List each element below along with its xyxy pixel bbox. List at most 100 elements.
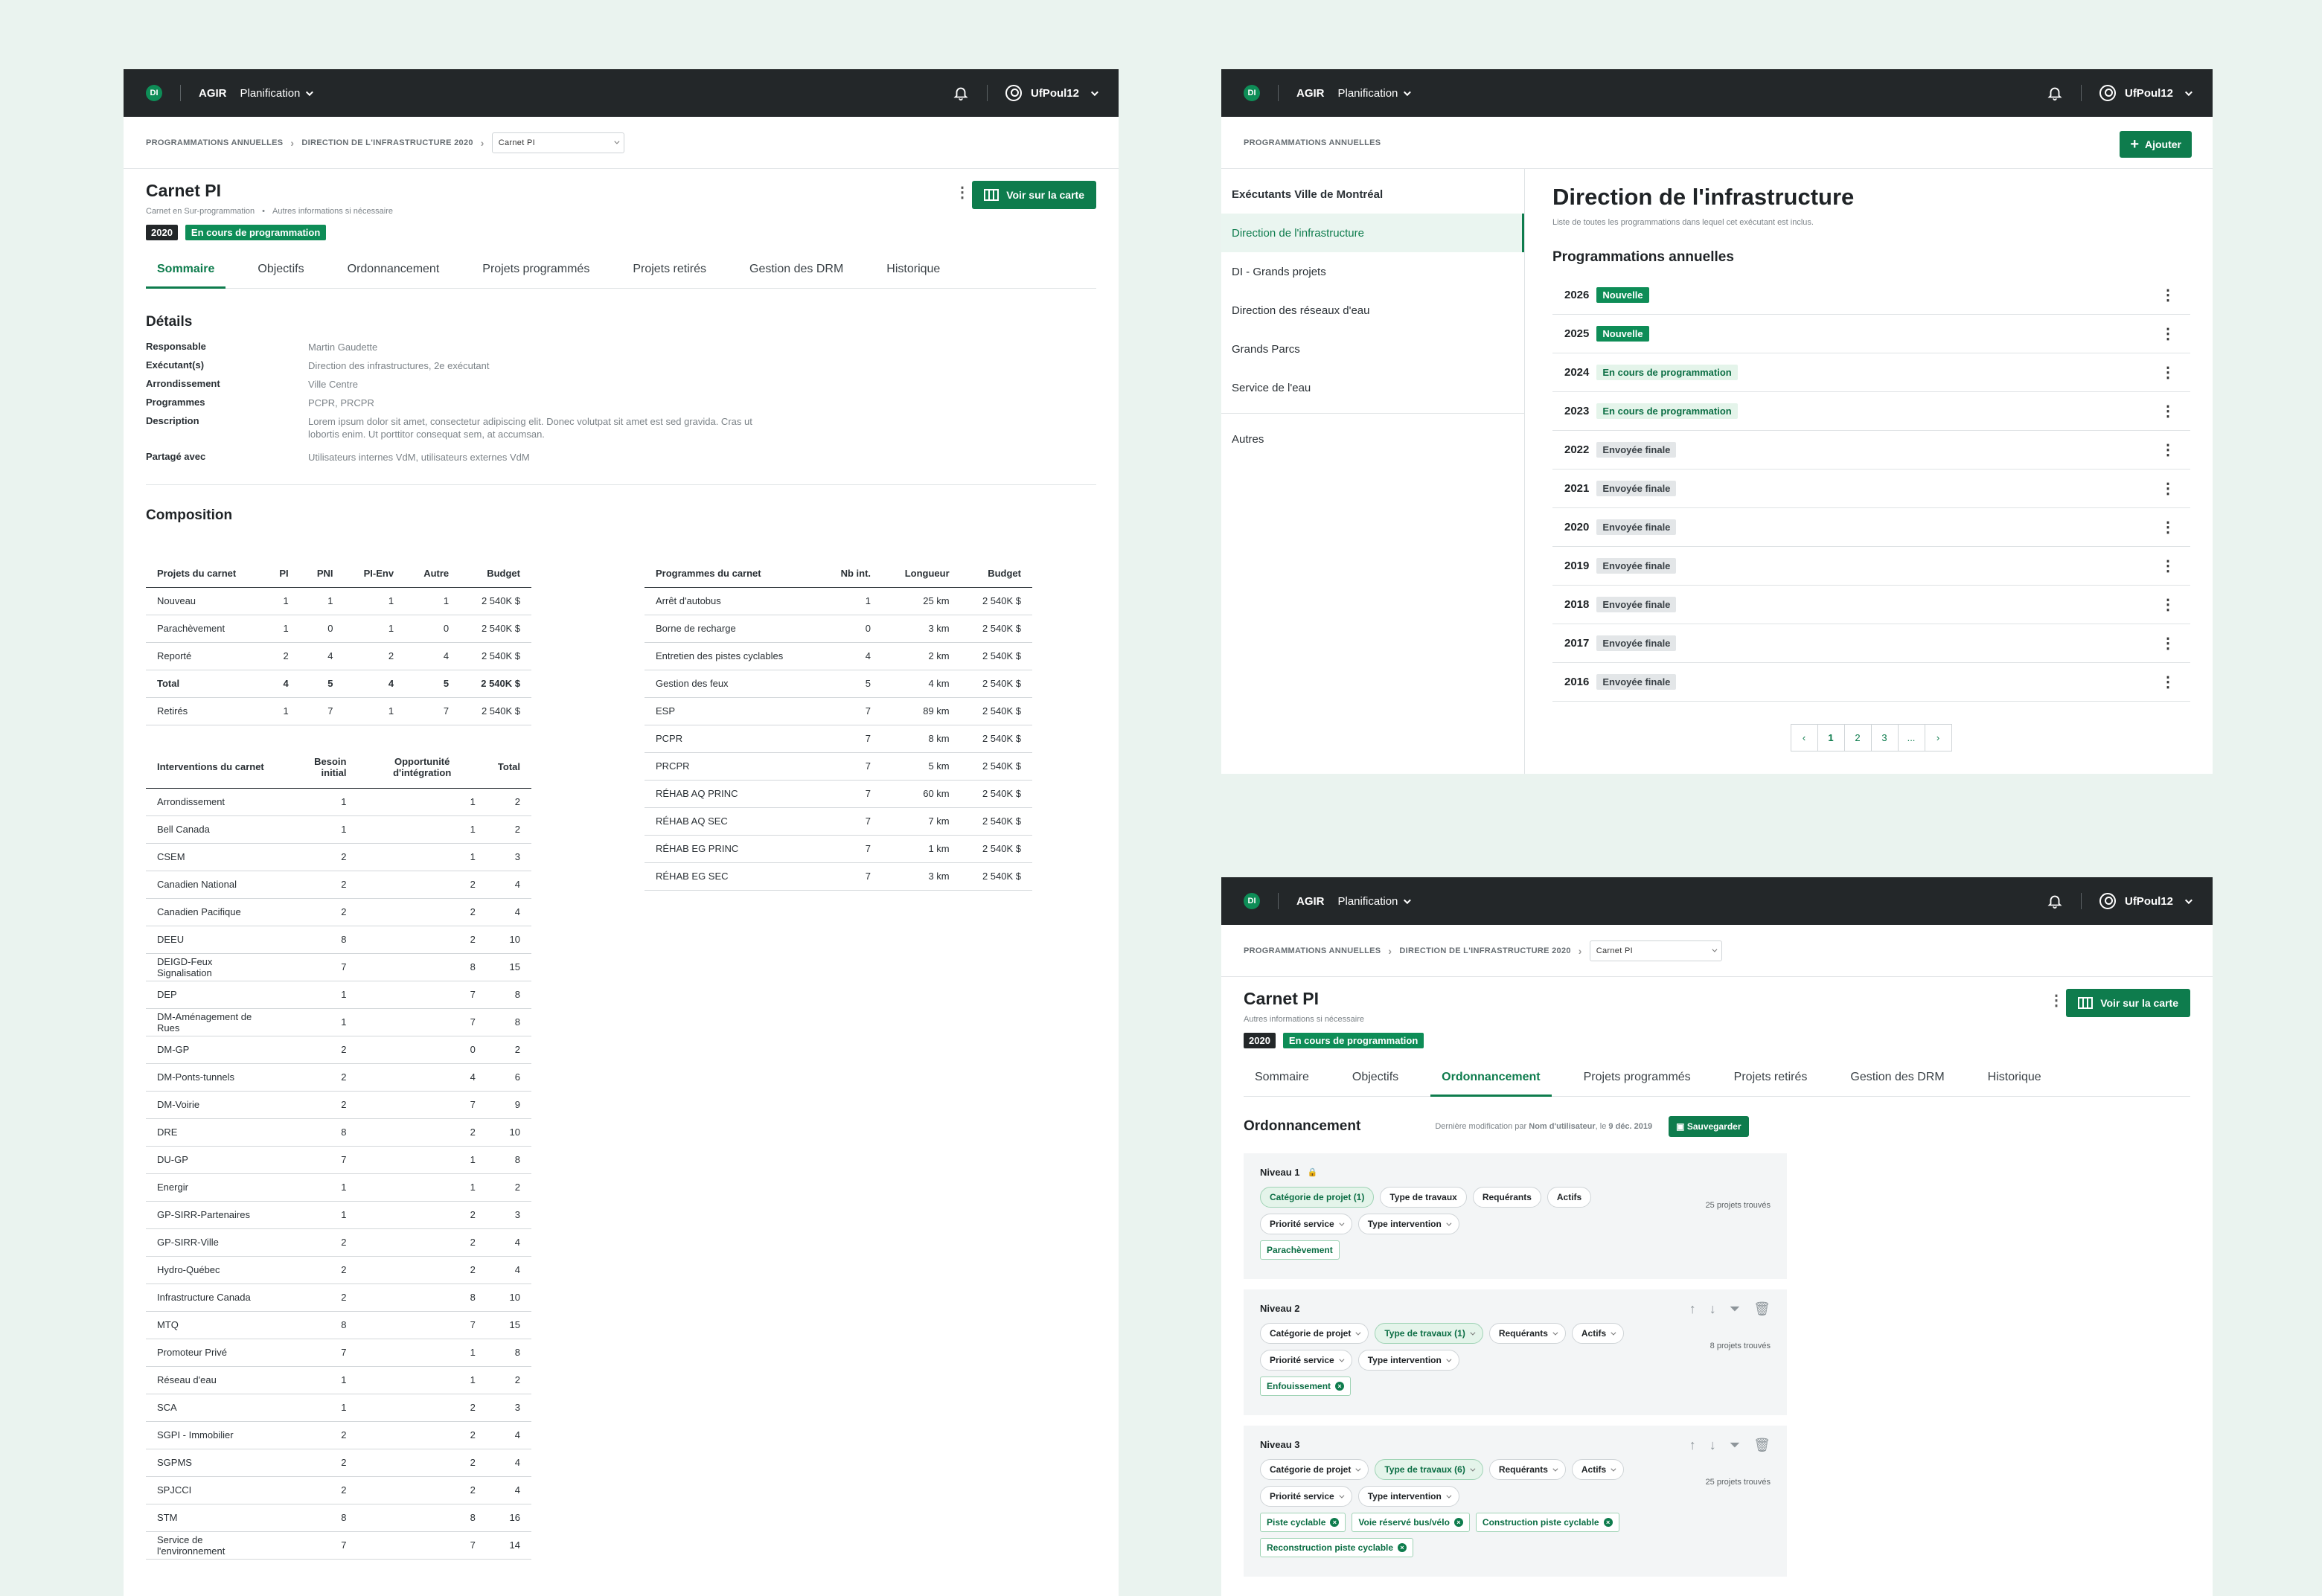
carnet-select[interactable]: Carnet PI <box>1589 940 1722 961</box>
filter-chip-priorite-service[interactable]: Priorité service <box>1260 1486 1352 1507</box>
filter-chip-actifs[interactable]: Actifs <box>1547 1187 1592 1208</box>
selected-tag[interactable]: Voie réservé bus/vélo × <box>1352 1513 1470 1532</box>
sidebar-item-service-de-l-eau[interactable]: Service de l'eau <box>1221 368 1524 407</box>
add-button[interactable]: + Ajouter <box>2120 131 2192 158</box>
more-options-icon[interactable]: ⋮ <box>2161 634 2175 653</box>
programmation-row[interactable]: 2024 En cours de programmation ⋮ <box>1552 353 2190 392</box>
more-options-icon[interactable]: ⋮ <box>2161 440 2175 459</box>
page-button[interactable]: 3 <box>1870 724 1899 751</box>
page-button[interactable]: 2 <box>1843 724 1872 751</box>
sidebar-item-di-grands-projets[interactable]: DI - Grands projets <box>1221 252 1524 291</box>
filter-chip-categorie-de-projet[interactable]: Catégorie de projet <box>1260 1459 1369 1480</box>
programmation-row[interactable]: 2020 Envoyée finale ⋮ <box>1552 508 2190 547</box>
tab-projets-programmes[interactable]: Projets programmés <box>1573 1062 1702 1096</box>
sidebar-item-autres[interactable]: Autres <box>1221 420 1524 458</box>
remove-tag-icon[interactable]: × <box>1335 1382 1345 1391</box>
bell-icon[interactable] <box>2047 85 2063 101</box>
tab-historique[interactable]: Historique <box>1977 1062 2053 1096</box>
filter-chip-requerants[interactable]: Requérants <box>1488 1323 1566 1344</box>
next-page-button[interactable]: › <box>1924 724 1952 751</box>
filter-chip-categorie-de-projet[interactable]: Catégorie de projet <box>1260 1323 1369 1344</box>
filter-chip-categorie-de-projet-1[interactable]: Catégorie de projet (1) <box>1260 1187 1375 1208</box>
planification-menu[interactable]: Planification <box>240 87 314 100</box>
more-options-icon[interactable]: ⋮ <box>2161 518 2175 536</box>
filter-icon[interactable]: ⏷ <box>1730 1438 1740 1453</box>
programmation-row[interactable]: 2026 Nouvelle ⋮ <box>1552 276 2190 315</box>
planification-menu[interactable]: Planification <box>1338 895 1412 908</box>
tab-historique[interactable]: Historique <box>875 254 951 288</box>
more-options-icon[interactable]: ⋮ <box>2049 993 2064 1008</box>
selected-tag[interactable]: Construction piste cyclable × <box>1475 1513 1619 1532</box>
more-options-icon[interactable]: ⋮ <box>2161 479 2175 498</box>
tab-projets-programmes[interactable]: Projets programmés <box>471 254 601 288</box>
sidebar-item-direction-de-l-infrastructure[interactable]: Direction de l'infrastructure <box>1221 214 1524 252</box>
carnet-select[interactable]: Carnet PI <box>491 132 624 153</box>
more-options-icon[interactable]: ⋮ <box>2161 595 2175 614</box>
filter-chip-type-intervention[interactable]: Type intervention <box>1357 1350 1459 1371</box>
app-logo[interactable]: DI <box>1244 85 1260 101</box>
more-options-icon[interactable]: ⋮ <box>955 185 970 200</box>
page-button[interactable]: 1 <box>1817 724 1845 751</box>
delete-icon[interactable]: 🗑 <box>1753 1301 1771 1317</box>
selected-tag[interactable]: Reconstruction piste cyclable × <box>1260 1538 1414 1557</box>
tab-gestion-des-drm[interactable]: Gestion des DRM <box>738 254 854 288</box>
more-options-icon[interactable]: ⋮ <box>2161 557 2175 575</box>
tab-ordonnancement[interactable]: Ordonnancement <box>336 254 451 288</box>
filter-chip-type-intervention[interactable]: Type intervention <box>1357 1214 1459 1234</box>
programmation-row[interactable]: 2016 Envoyée finale ⋮ <box>1552 663 2190 702</box>
breadcrumb-direction[interactable]: DIRECTION DE L'INFRASTRUCTURE 2020 <box>1399 946 1570 955</box>
view-map-button[interactable]: Voir sur la carte <box>2066 989 2190 1017</box>
planification-menu[interactable]: Planification <box>1338 87 1412 100</box>
remove-tag-icon[interactable]: × <box>1330 1518 1340 1527</box>
page-button[interactable]: ... <box>1897 724 1925 751</box>
breadcrumb-programmations[interactable]: PROGRAMMATIONS ANNUELLES <box>1244 138 1381 147</box>
chevron-down-icon[interactable] <box>2184 88 2193 96</box>
filter-chip-priorite-service[interactable]: Priorité service <box>1260 1214 1352 1234</box>
filter-chip-actifs[interactable]: Actifs <box>1571 1459 1625 1480</box>
previous-page-button[interactable]: ‹ <box>1790 724 1818 751</box>
sidebar-item-direction-des-reseaux-d-eau[interactable]: Direction des réseaux d'eau <box>1221 291 1524 330</box>
move-down-icon[interactable]: ↓ <box>1709 1438 1716 1453</box>
more-options-icon[interactable]: ⋮ <box>2161 324 2175 343</box>
view-map-button[interactable]: Voir sur la carte <box>972 181 1096 209</box>
filter-chip-type-de-travaux-1[interactable]: Type de travaux (1) <box>1375 1323 1483 1344</box>
tab-objectifs[interactable]: Objectifs <box>1341 1062 1410 1096</box>
user-name[interactable]: UfPoul12 <box>2125 895 2173 908</box>
delete-icon[interactable]: 🗑 <box>1753 1438 1771 1453</box>
programmation-row[interactable]: 2017 Envoyée finale ⋮ <box>1552 624 2190 663</box>
filter-chip-requerants[interactable]: Requérants <box>1488 1459 1566 1480</box>
programmation-row[interactable]: 2022 Envoyée finale ⋮ <box>1552 431 2190 469</box>
move-up-icon[interactable]: ↑ <box>1689 1301 1696 1317</box>
app-logo[interactable]: DI <box>1244 893 1260 909</box>
filter-chip-type-de-travaux[interactable]: Type de travaux <box>1380 1187 1467 1208</box>
tab-sommaire[interactable]: Sommaire <box>146 254 226 289</box>
filter-chip-type-intervention[interactable]: Type intervention <box>1357 1486 1459 1507</box>
filter-chip-type-de-travaux-6[interactable]: Type de travaux (6) <box>1375 1459 1483 1480</box>
programmation-row[interactable]: 2021 Envoyée finale ⋮ <box>1552 469 2190 508</box>
breadcrumb-programmations[interactable]: PROGRAMMATIONS ANNUELLES <box>1244 946 1381 955</box>
filter-chip-requerants[interactable]: Requérants <box>1472 1187 1541 1208</box>
bell-icon[interactable] <box>2047 893 2063 909</box>
more-options-icon[interactable]: ⋮ <box>2161 286 2175 304</box>
programmation-row[interactable]: 2023 En cours de programmation ⋮ <box>1552 392 2190 431</box>
programmation-row[interactable]: 2018 Envoyée finale ⋮ <box>1552 586 2190 624</box>
remove-tag-icon[interactable]: × <box>1453 1518 1463 1527</box>
more-options-icon[interactable]: ⋮ <box>2161 363 2175 382</box>
tab-projets-retires[interactable]: Projets retirés <box>1723 1062 1819 1096</box>
save-button[interactable]: ▣ Sauvegarder <box>1669 1116 1749 1137</box>
selected-tag[interactable]: Parachèvement <box>1260 1240 1340 1260</box>
filter-icon[interactable]: ⏷ <box>1730 1301 1740 1317</box>
tab-ordonnancement[interactable]: Ordonnancement <box>1430 1062 1552 1097</box>
programmation-row[interactable]: 2025 Nouvelle ⋮ <box>1552 315 2190 353</box>
bell-icon[interactable] <box>953 85 969 101</box>
programmation-row[interactable]: 2019 Envoyée finale ⋮ <box>1552 547 2190 586</box>
chevron-down-icon[interactable] <box>1090 88 1098 96</box>
selected-tag[interactable]: Enfouissement × <box>1260 1377 1352 1396</box>
sidebar-item-grands-parcs[interactable]: Grands Parcs <box>1221 330 1524 368</box>
tab-sommaire[interactable]: Sommaire <box>1244 1062 1320 1096</box>
chevron-down-icon[interactable] <box>2184 896 2193 904</box>
filter-chip-actifs[interactable]: Actifs <box>1571 1323 1625 1344</box>
more-options-icon[interactable]: ⋮ <box>2161 402 2175 420</box>
filter-chip-priorite-service[interactable]: Priorité service <box>1260 1350 1352 1371</box>
remove-tag-icon[interactable]: × <box>1398 1543 1407 1552</box>
